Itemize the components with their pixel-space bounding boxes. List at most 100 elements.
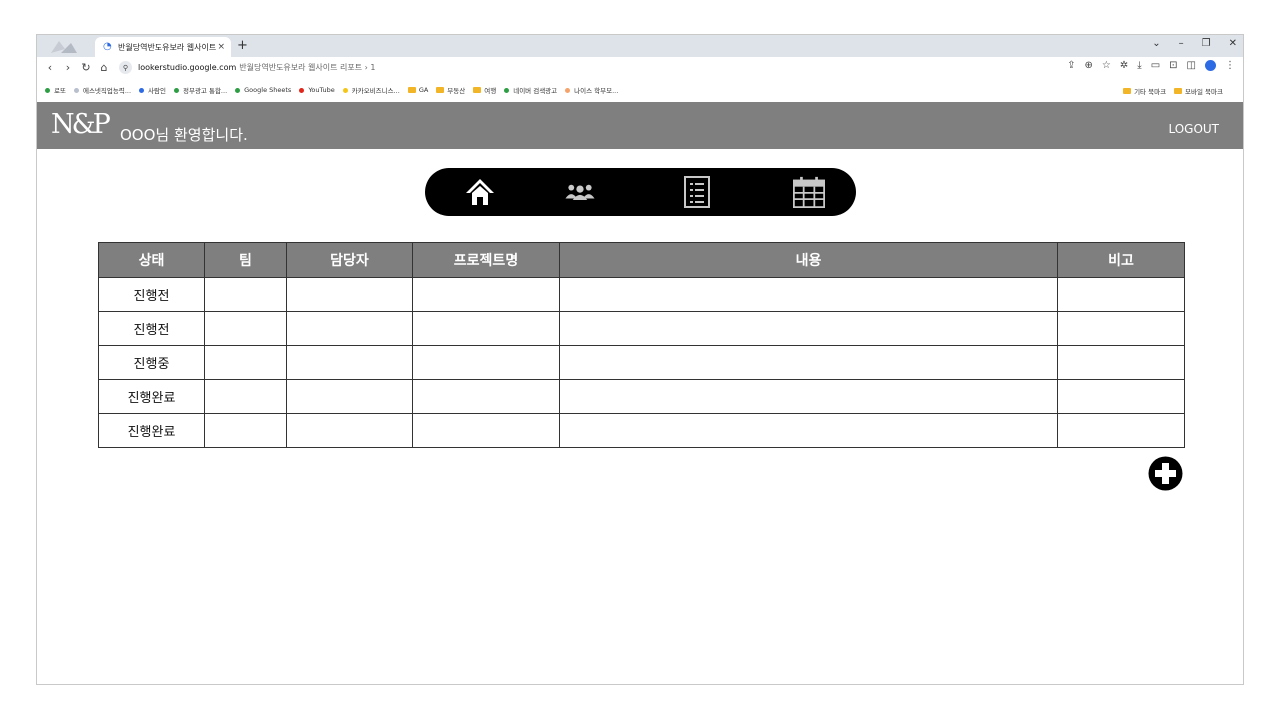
profile-avatar[interactable] — [1205, 60, 1216, 71]
cell-status[interactable]: 진행완료 — [98, 379, 205, 414]
bookmark-item[interactable]: YouTube — [299, 86, 335, 94]
cell-team[interactable] — [204, 413, 287, 448]
cell-note[interactable] — [1057, 311, 1185, 346]
bookmark-item[interactable]: 나이스 학부모... — [565, 85, 618, 95]
app-header: N&P OOO님 환영합니다. LOGOUT — [37, 102, 1243, 149]
reload-icon[interactable]: ↻ — [81, 61, 91, 74]
cell-status[interactable]: 진행전 — [98, 277, 205, 312]
cell-project[interactable] — [412, 345, 560, 380]
download-icon[interactable]: ⤓ — [1137, 60, 1141, 71]
col-header-project[interactable]: 프로젝트명 — [412, 242, 560, 278]
restore-icon[interactable]: ❐ — [1202, 38, 1211, 49]
table-row[interactable]: 진행전 — [98, 311, 1185, 346]
col-header-note[interactable]: 비고 — [1057, 242, 1185, 278]
screenshot-icon[interactable]: ⊡ — [1169, 60, 1177, 71]
team-icon[interactable] — [564, 177, 596, 207]
cell-content[interactable] — [559, 379, 1058, 414]
cell-owner[interactable] — [286, 345, 413, 380]
bookmark-item[interactable]: 정부광고 통합... — [173, 85, 227, 95]
cell-status[interactable]: 진행전 — [98, 311, 205, 346]
col-header-content[interactable]: 내용 — [559, 242, 1058, 278]
url-host: lookerstudio.google.com — [138, 63, 237, 72]
cell-note[interactable] — [1057, 379, 1185, 414]
tab-title: 반월당역반도유보라 웹사이트 — [118, 42, 217, 52]
cell-content[interactable] — [559, 311, 1058, 346]
col-header-owner[interactable]: 담당자 — [286, 242, 413, 278]
cell-project[interactable] — [412, 311, 560, 346]
cell-project[interactable] — [412, 413, 560, 448]
bookmark-item[interactable]: GA — [407, 86, 428, 94]
calendar-icon[interactable] — [793, 176, 825, 208]
cell-status[interactable]: 진행완료 — [98, 413, 205, 448]
close-window-icon[interactable]: ✕ — [1229, 38, 1237, 49]
new-tab-button[interactable]: + — [237, 38, 248, 54]
cell-project[interactable] — [412, 277, 560, 312]
col-header-team[interactable]: 팀 — [204, 242, 287, 278]
cell-owner[interactable] — [286, 277, 413, 312]
bookmark-star-icon[interactable]: ☆ — [1102, 60, 1111, 71]
share-icon[interactable]: ⇪ — [1067, 60, 1075, 71]
col-header-status[interactable]: 상태 — [98, 242, 205, 278]
cell-owner[interactable] — [286, 379, 413, 414]
extensions-icon[interactable]: ✲ — [1120, 60, 1128, 71]
table-row[interactable]: 진행완료 — [98, 379, 1185, 414]
bookmark-item[interactable]: 네이버 검색광고 — [504, 85, 557, 95]
folder-icon — [473, 87, 482, 93]
cell-owner[interactable] — [286, 413, 413, 448]
cell-team[interactable] — [204, 311, 287, 346]
list-icon[interactable] — [681, 176, 713, 208]
home-icon[interactable] — [464, 177, 496, 207]
active-tab[interactable]: ◔ 반월당역반도유보라 웹사이트 × — [95, 37, 231, 57]
brand-logo[interactable]: N&P — [51, 109, 111, 140]
forward-icon[interactable]: › — [63, 61, 73, 74]
cell-team[interactable] — [204, 345, 287, 380]
bookmark-favicon-icon — [173, 87, 179, 93]
table-row[interactable]: 진행중 — [98, 345, 1185, 380]
cell-note[interactable] — [1057, 277, 1185, 312]
cell-owner[interactable] — [286, 311, 413, 346]
bookmark-item[interactable]: 로또 — [45, 85, 66, 95]
bookmark-item[interactable]: 사람인 — [139, 85, 166, 95]
side-panel-icon[interactable]: ◫ — [1187, 60, 1196, 71]
logout-button[interactable]: LOGOUT — [1168, 122, 1219, 136]
tab-close-icon[interactable]: × — [217, 42, 225, 52]
bookmark-item[interactable]: 에스넷직업능력... — [73, 85, 131, 95]
bookmark-item[interactable]: Google Sheets — [235, 86, 291, 94]
cell-project[interactable] — [412, 379, 560, 414]
cell-note[interactable] — [1057, 413, 1185, 448]
zoom-icon[interactable]: ⊕ — [1085, 60, 1093, 71]
cell-content[interactable] — [559, 277, 1058, 312]
cell-team[interactable] — [204, 277, 287, 312]
browser-theme-icon — [51, 41, 77, 53]
cell-content[interactable] — [559, 413, 1058, 448]
browser-window: ◔ 반월당역반도유보라 웹사이트 × + ⌄ – ❐ ✕ ‹ › ↻ ⌂ ⚲ l… — [36, 34, 1244, 685]
bookmark-folder-mobile[interactable]: 모바일 북마크 — [1174, 86, 1223, 96]
add-row-button[interactable] — [1148, 456, 1183, 491]
bookmark-folder-other[interactable]: 기타 북마크 — [1123, 86, 1166, 96]
table-row[interactable]: 진행완료 — [98, 413, 1185, 448]
cell-status[interactable]: 진행중 — [98, 345, 205, 380]
bookmark-favicon-icon — [299, 87, 305, 93]
table-row[interactable]: 진행전 — [98, 277, 1185, 312]
project-table-wrapper: 상태 팀 담당자 프로젝트명 내용 비고 진행전 진행전 진행중 진행완료 진행완료 — [98, 242, 1185, 448]
bookmark-item[interactable]: 카카오비즈니스... — [342, 85, 400, 95]
home-browser-icon[interactable]: ⌂ — [99, 61, 109, 74]
cell-note[interactable] — [1057, 345, 1185, 380]
cell-team[interactable] — [204, 379, 287, 414]
cell-content[interactable] — [559, 345, 1058, 380]
site-info-icon[interactable]: ⚲ — [119, 61, 132, 74]
cast-icon[interactable]: ▭ — [1151, 60, 1160, 71]
bookmark-item[interactable]: 여행 — [473, 85, 496, 95]
minimize-icon[interactable]: – — [1179, 38, 1184, 49]
welcome-text: OOO님 환영합니다. — [120, 126, 248, 144]
main-nav — [425, 168, 856, 216]
folder-icon — [407, 87, 416, 93]
bookmark-favicon-icon — [73, 87, 79, 93]
back-icon[interactable]: ‹ — [45, 61, 55, 74]
table-body: 진행전 진행전 진행중 진행완료 진행완료 — [98, 277, 1185, 448]
tab-search-icon[interactable]: ⌄ — [1152, 38, 1160, 49]
bookmark-item[interactable]: 부동산 — [436, 85, 465, 95]
menu-icon[interactable]: ⋮ — [1225, 60, 1235, 71]
folder-icon — [1123, 88, 1132, 94]
url-field[interactable]: ⚲ lookerstudio.google.com 반월당역반도유보라 웹사이트… — [119, 59, 1219, 76]
